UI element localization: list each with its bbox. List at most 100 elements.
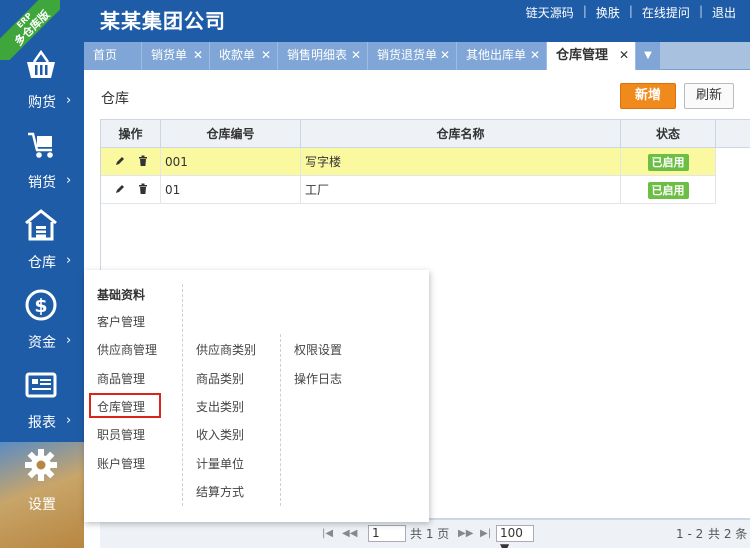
tab-sales-order[interactable]: 销货单 ✕ <box>142 42 210 70</box>
highlight-box <box>89 393 161 418</box>
last-page-button[interactable]: ▶| <box>480 520 491 548</box>
close-icon[interactable]: ✕ <box>193 42 203 69</box>
link-change-skin[interactable]: 换肤 <box>596 4 620 21</box>
tab-sales-detail[interactable]: 销售明细表 ✕ <box>278 42 368 70</box>
link-source-code[interactable]: 链天源码 <box>526 4 574 21</box>
table-header: 操作 仓库编号 仓库名称 状态 <box>101 120 750 148</box>
sidebar-item-reports[interactable]: 报表 › <box>0 362 84 442</box>
sidebar-item-warehouse[interactable]: 仓库 › <box>0 202 84 282</box>
page-number-input[interactable]: 1 <box>368 525 406 542</box>
menu-item-income-categories[interactable]: 收入类别 <box>196 426 244 443</box>
menu-item-accounts[interactable]: 账户管理 <box>97 455 145 472</box>
cell-status: 已启用 <box>621 148 716 176</box>
sidebar-item-label: 资金 <box>28 335 56 351</box>
menu-item-products[interactable]: 商品管理 <box>97 370 145 387</box>
menu-item-operation-log[interactable]: 操作日志 <box>294 370 342 387</box>
menu-item-product-categories[interactable]: 商品类别 <box>196 370 244 387</box>
menu-item-staff[interactable]: 职员管理 <box>97 426 145 443</box>
link-logout[interactable]: 退出 <box>712 4 736 21</box>
gear-icon <box>25 449 57 481</box>
company-title: 某某集团公司 <box>100 9 226 33</box>
column-header-actions: 操作 <box>101 120 161 148</box>
delete-icon[interactable] <box>137 183 149 195</box>
tab-receipt[interactable]: 收款单 ✕ <box>210 42 278 70</box>
chevron-right-icon: › <box>66 93 72 108</box>
cell-code: 001 <box>161 148 301 176</box>
tab-label: 仓库管理 <box>556 48 609 63</box>
next-page-button[interactable]: ▶▶ <box>458 520 473 548</box>
record-range-text: 1 - 2 <box>676 527 704 541</box>
cell-name: 写字楼 <box>301 148 621 176</box>
sidebar: 购货 › 销货 › 仓库 › $ 资金 › 报表 › 设置 <box>0 42 84 548</box>
status-badge: 已启用 <box>647 154 689 171</box>
status-badge: 已启用 <box>647 182 689 199</box>
menu-item-customers[interactable]: 客户管理 <box>97 313 145 330</box>
delete-icon[interactable] <box>137 155 149 167</box>
sidebar-item-label: 设置 <box>28 497 56 513</box>
column-header-status[interactable]: 状态 <box>621 120 716 148</box>
table-row[interactable]: 01 工厂 已启用 <box>101 176 716 204</box>
close-icon[interactable]: ✕ <box>261 42 271 69</box>
menu-column-divider <box>182 284 183 506</box>
menu-item-expense-categories[interactable]: 支出类别 <box>196 398 244 415</box>
top-links: 链天源码 | 换肤 | 在线提问 | 退出 <box>526 4 736 21</box>
tab-sales-return[interactable]: 销货退货单 ✕ <box>368 42 457 70</box>
settings-flyout-menu: 基础资料 客户管理 供应商管理 商品管理 仓库管理 职员管理 账户管理 供应商类… <box>84 270 429 522</box>
close-icon[interactable]: ✕ <box>619 42 629 69</box>
tab-home[interactable]: 首页 <box>84 42 142 70</box>
top-header: ERP 多仓库版 某某集团公司 链天源码 | 换肤 | 在线提问 | 退出 <box>0 0 750 60</box>
sidebar-item-label: 销货 <box>28 175 56 191</box>
edition-ribbon-label: ERP 多仓库版 <box>0 0 60 60</box>
add-button[interactable]: 新增 <box>620 83 676 109</box>
tab-label: 其他出库单 <box>466 48 527 62</box>
cart-icon <box>28 132 53 158</box>
total-pages-text: 共 1 页 <box>410 527 450 541</box>
menu-item-supplier-categories[interactable]: 供应商类别 <box>196 341 256 358</box>
close-icon[interactable]: ✕ <box>351 42 361 69</box>
link-online-help[interactable]: 在线提问 <box>642 4 690 21</box>
chevron-right-icon: › <box>66 173 72 188</box>
tab-other-outbound[interactable]: 其他出库单 ✕ <box>457 42 547 70</box>
cell-code: 01 <box>161 176 301 204</box>
menu-item-units[interactable]: 计量单位 <box>196 455 244 472</box>
column-header-code[interactable]: 仓库编号 <box>161 120 301 148</box>
page-size-select[interactable]: 100 ▼ <box>496 525 534 548</box>
menu-item-suppliers[interactable]: 供应商管理 <box>97 341 157 358</box>
menu-item-permissions[interactable]: 权限设置 <box>294 341 342 358</box>
chevron-right-icon: › <box>66 333 72 348</box>
row-actions <box>101 148 161 176</box>
tab-more-dropdown[interactable]: ▼ <box>636 42 660 70</box>
sidebar-item-label: 仓库 <box>28 255 56 271</box>
tab-label: 销货退货单 <box>377 48 438 62</box>
table-row[interactable]: 001 写字楼 已启用 <box>101 148 716 176</box>
svg-text:$: $ <box>34 295 47 317</box>
chevron-down-icon: ▼ <box>644 50 652 61</box>
menu-column-divider <box>280 334 281 506</box>
sidebar-item-sales[interactable]: 销货 › <box>0 122 84 202</box>
close-icon[interactable]: ✕ <box>440 42 450 69</box>
sidebar-item-settings[interactable]: 设置 <box>0 442 84 548</box>
close-icon[interactable]: ✕ <box>530 42 540 69</box>
tab-label: 销售明细表 <box>287 48 348 62</box>
tab-warehouse-management[interactable]: 仓库管理 ✕ <box>547 42 636 70</box>
report-icon <box>25 372 57 398</box>
total-records-text: 共 2 条 <box>708 527 748 541</box>
chevron-right-icon: › <box>66 253 72 268</box>
warehouse-icon <box>25 209 57 241</box>
link-separator: | <box>628 4 633 18</box>
page-title: 仓库 <box>101 91 129 107</box>
first-page-button[interactable]: |◀ <box>322 520 333 548</box>
sidebar-item-label: 报表 <box>28 415 56 431</box>
tab-label: 销货单 <box>151 48 188 62</box>
cell-name: 工厂 <box>301 176 621 204</box>
menu-item-settlement-methods[interactable]: 结算方式 <box>196 483 244 500</box>
dollar-icon: $ <box>25 289 57 321</box>
column-header-name[interactable]: 仓库名称 <box>301 120 621 148</box>
prev-page-button[interactable]: ◀◀ <box>342 520 357 548</box>
edit-icon[interactable] <box>114 183 126 195</box>
edit-icon[interactable] <box>114 155 126 167</box>
sidebar-item-funds[interactable]: $ 资金 › <box>0 282 84 362</box>
refresh-button[interactable]: 刷新 <box>684 83 734 109</box>
tab-label: 收款单 <box>219 48 256 62</box>
menu-section-title: 基础资料 <box>97 288 146 302</box>
